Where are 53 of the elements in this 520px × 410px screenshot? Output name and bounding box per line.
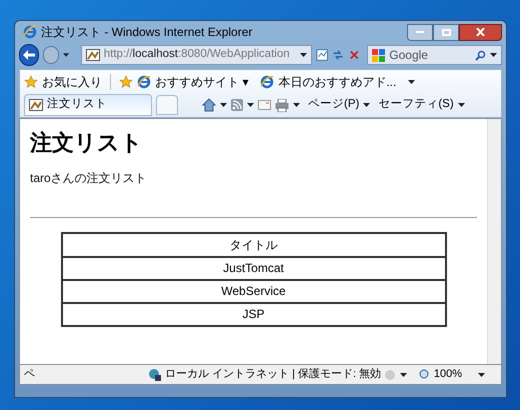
caret-icon[interactable] xyxy=(293,103,300,107)
caret-icon[interactable] xyxy=(478,372,485,376)
favorites-star-icon[interactable] xyxy=(24,74,38,88)
zoom-level[interactable]: 100% xyxy=(434,366,462,383)
safety-menu[interactable]: セーフティ(S) xyxy=(378,96,454,114)
status-text: ペ xyxy=(23,367,36,382)
address-field[interactable]: http://localhost:8080/WebApplication xyxy=(80,45,312,65)
table-cell: JSP xyxy=(62,302,446,326)
caret-icon[interactable] xyxy=(490,53,497,57)
security-zone: ローカル イントラネット | 保護モード: 無効 xyxy=(165,367,382,382)
column-header: タイトル xyxy=(62,232,446,256)
google-logo-icon xyxy=(372,48,386,62)
minimize-button[interactable] xyxy=(407,24,433,40)
mail-icon[interactable] xyxy=(258,100,271,110)
page-menu[interactable]: ページ(P) xyxy=(308,96,360,114)
favorites-button[interactable]: お気に入り xyxy=(42,72,102,90)
home-icon[interactable] xyxy=(202,98,216,112)
e-logo-icon xyxy=(137,74,151,88)
favorites-link[interactable]: おすすめサイト ▾ xyxy=(155,72,248,90)
caret-icon[interactable] xyxy=(408,80,416,84)
e-logo-icon xyxy=(23,25,37,39)
caret-icon[interactable] xyxy=(363,103,370,107)
close-icon xyxy=(476,28,485,36)
browser-tab[interactable]: 注文リスト xyxy=(24,94,152,116)
back-arrow-icon xyxy=(22,50,35,60)
table-cell: WebService xyxy=(62,280,446,302)
print-icon[interactable] xyxy=(275,98,289,112)
caret-icon[interactable] xyxy=(247,103,254,107)
feed-icon[interactable] xyxy=(231,99,243,111)
caret-icon[interactable] xyxy=(62,53,69,57)
page-thumbnail-icon xyxy=(86,49,100,61)
refresh-icon[interactable] xyxy=(332,48,345,62)
caret-icon[interactable] xyxy=(220,103,227,107)
add-favorite-icon[interactable] xyxy=(119,74,133,88)
e-logo-icon xyxy=(260,74,274,88)
page-heading: 注文リスト xyxy=(30,129,144,156)
close-button[interactable] xyxy=(459,24,502,40)
table-cell: JustTomcat xyxy=(62,256,446,280)
minimize-icon xyxy=(416,31,424,33)
page-thumbnail-icon xyxy=(29,99,43,111)
globe-icon xyxy=(148,368,161,381)
favorites-link[interactable]: 本日のおすすめアド... xyxy=(278,72,396,90)
vertical-scrollbar[interactable] xyxy=(487,119,501,364)
caret-icon[interactable] xyxy=(400,372,407,376)
caret-icon[interactable] xyxy=(458,103,465,107)
search-icon[interactable] xyxy=(475,50,486,60)
back-button[interactable] xyxy=(19,44,39,66)
maximize-button[interactable] xyxy=(433,24,459,40)
window-title: 注文リスト - Windows Internet Explorer xyxy=(41,24,252,41)
maximize-icon xyxy=(442,28,450,36)
page-subtitle: taroさんの注文リスト xyxy=(30,170,148,186)
search-field[interactable]: Google xyxy=(367,45,502,65)
caret-icon[interactable] xyxy=(300,53,308,57)
